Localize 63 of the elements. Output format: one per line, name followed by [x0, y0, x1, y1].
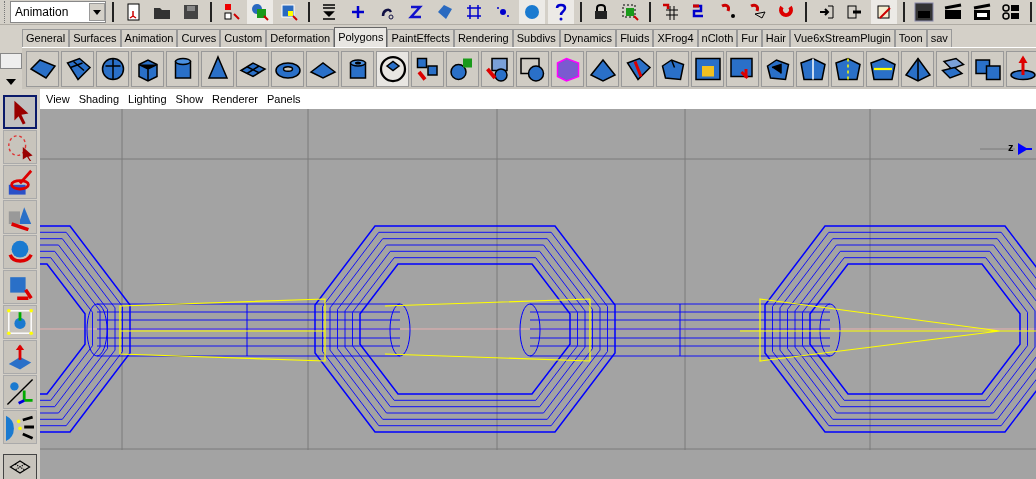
torus-icon[interactable] — [271, 50, 304, 87]
dotted-quad-icon[interactable] — [831, 50, 864, 87]
pipe-icon[interactable] — [341, 50, 374, 87]
grid-cursor-icon[interactable] — [726, 50, 759, 87]
manipulator-icon[interactable] — [3, 305, 37, 339]
cylinder-icon[interactable] — [166, 50, 199, 87]
mode-dropdown[interactable]: Animation — [10, 1, 106, 23]
shelf-tab-menu-icon[interactable] — [0, 53, 22, 69]
lasso-icon[interactable] — [3, 130, 37, 164]
combine-shapes-icon[interactable] — [446, 50, 479, 87]
shelf-tab[interactable]: Subdivs — [512, 29, 560, 47]
shelf-tab[interactable]: Fur — [737, 29, 762, 47]
stacked-planes-icon[interactable] — [936, 50, 969, 87]
panel-menu-item[interactable]: View — [46, 90, 70, 108]
panel-menu-item[interactable]: Lighting — [128, 90, 167, 108]
move-cone-icon[interactable] — [3, 200, 37, 234]
shelf-tab[interactable]: XFrog4 — [653, 29, 698, 47]
cube-icon[interactable] — [131, 50, 164, 87]
panel-menu-item[interactable]: Panels — [266, 90, 301, 108]
prism-icon[interactable] — [306, 50, 339, 87]
shelf-tab[interactable]: sav — [926, 29, 952, 47]
pyramid-grid-icon[interactable] — [586, 50, 619, 87]
last-tool-icon[interactable] — [3, 375, 37, 409]
z-axis-arrow-icon — [1017, 143, 1033, 155]
dropdown-caret-icon[interactable] — [89, 3, 105, 21]
edge-line-quad-icon[interactable] — [866, 50, 899, 87]
bent-plane-icon[interactable] — [61, 50, 94, 87]
panel-menu-item[interactable]: Show — [175, 90, 204, 108]
cone-icon[interactable] — [201, 50, 234, 87]
shelf-tab[interactable]: Polygons — [334, 27, 388, 47]
panel-menu-item[interactable]: Shading — [78, 90, 120, 108]
shelf-tab[interactable]: Rendering — [453, 29, 513, 47]
circled-planes-icon[interactable] — [376, 50, 409, 87]
scale-cube-icon[interactable] — [3, 270, 37, 304]
shelf-tab[interactable]: Animation — [120, 29, 178, 47]
shelf-tab[interactable]: Fluids — [616, 29, 654, 47]
shelf-tab[interactable]: Surfaces — [69, 29, 121, 47]
offset-squares-icon[interactable] — [971, 50, 1004, 87]
plane-icon[interactable] — [26, 50, 59, 87]
scroll-pencil-icon[interactable] — [871, 0, 897, 24]
shelf-tab[interactable]: Deformation — [266, 29, 335, 47]
panel-menu-item[interactable]: Renderer — [212, 90, 258, 108]
split-quad-icon[interactable] — [796, 50, 829, 87]
shelf-tab[interactable]: Custom — [220, 29, 267, 47]
shelf-tab[interactable]: nCloth — [697, 29, 738, 47]
shelf-tab[interactable]: Vue6xStreamPlugin — [790, 29, 895, 47]
grid-plane-icon[interactable] — [236, 50, 269, 87]
paint-brush-icon[interactable] — [3, 165, 37, 199]
colored-grid-icon[interactable] — [691, 50, 724, 87]
layout-plane-icon[interactable] — [3, 454, 37, 479]
shelf-tab[interactable]: General — [22, 29, 70, 47]
question-mark-icon[interactable] — [548, 0, 574, 24]
split-cubes-icon[interactable] — [411, 50, 444, 87]
pyramid-icon[interactable] — [901, 50, 934, 87]
shelf-tab[interactable]: Dynamics — [559, 29, 617, 47]
shelf-tab[interactable]: Curves — [177, 29, 221, 47]
object-select-icon[interactable] — [247, 0, 273, 24]
cut-face-icon[interactable] — [621, 50, 654, 87]
shelf-tab[interactable]: Toon — [894, 29, 927, 47]
axis-label: z — [1008, 140, 1014, 155]
shelf-tab[interactable]: Hair — [761, 29, 790, 47]
render-view-icon[interactable] — [911, 0, 937, 24]
shelf-tab[interactable]: PaintEffects — [387, 29, 454, 47]
